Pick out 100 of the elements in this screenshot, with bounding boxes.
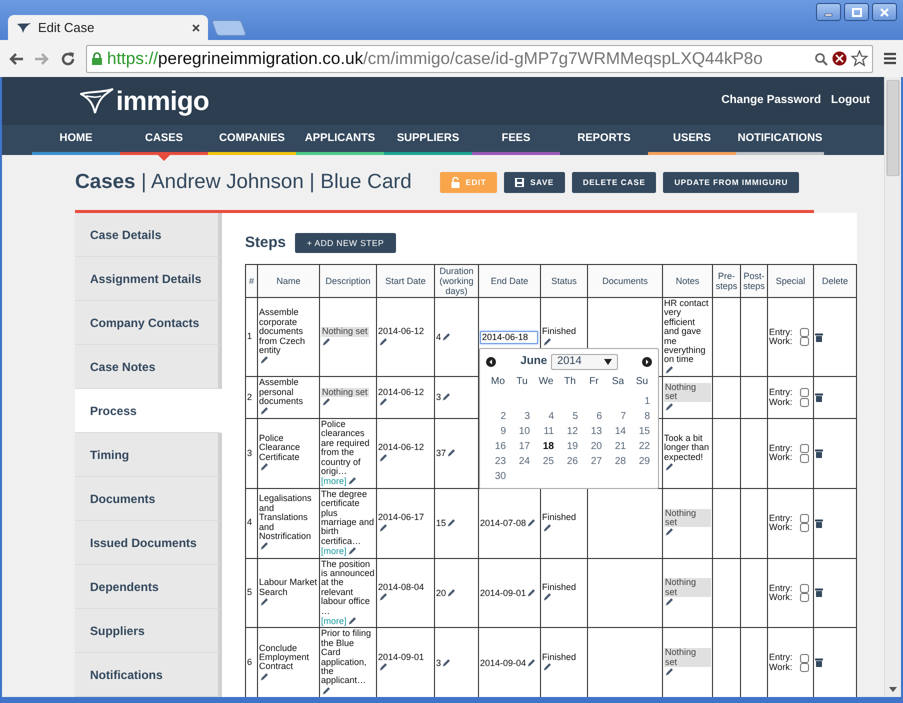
action-button[interactable]: SAVE	[504, 172, 565, 193]
calendar-day[interactable]: 10	[510, 424, 534, 439]
pencil-icon[interactable]	[260, 406, 269, 416]
calendar-day[interactable]: 13	[582, 424, 606, 439]
calendar-day[interactable]: 27	[582, 454, 606, 469]
date-input[interactable]: 2014-06-18	[480, 330, 538, 344]
calendar-day[interactable]: 12	[558, 424, 582, 439]
calendar-day[interactable]: 19	[558, 438, 582, 454]
close-icon[interactable]	[192, 24, 200, 32]
more-link[interactable]: [more]	[321, 546, 347, 556]
trash-icon[interactable]	[815, 392, 823, 402]
previous-month-icon[interactable]	[486, 356, 496, 367]
browser-tab[interactable]: Edit Case	[8, 15, 208, 40]
reload-icon[interactable]	[60, 50, 76, 66]
pencil-icon[interactable]	[348, 546, 357, 556]
year-select[interactable]: 2014	[551, 354, 618, 370]
pencil-icon[interactable]	[379, 397, 388, 406]
checkbox[interactable]	[800, 388, 809, 398]
calendar-day[interactable]: 3	[510, 408, 534, 424]
calendar-day[interactable]: 25	[534, 454, 558, 469]
scroll-down-arrow-icon[interactable]	[889, 687, 897, 692]
sidebar-item[interactable]: Documents	[75, 477, 222, 521]
pencil-icon[interactable]	[379, 336, 388, 346]
pencil-icon[interactable]	[379, 452, 388, 462]
checkbox[interactable]	[800, 654, 809, 663]
calendar-day[interactable]: 17	[510, 438, 534, 454]
checkbox[interactable]	[800, 663, 809, 672]
nav-tab[interactable]: SUPPLIERS	[384, 125, 472, 155]
checkbox[interactable]	[800, 328, 809, 337]
pencil-icon[interactable]	[322, 336, 331, 346]
calendar-day[interactable]: 18	[534, 438, 558, 454]
sidebar-item[interactable]: Assignment Details	[75, 257, 222, 301]
sidebar-item[interactable]: Company Contacts	[75, 301, 222, 345]
calendar-day[interactable]: 15	[630, 424, 654, 439]
calendar-day[interactable]: 2	[486, 408, 510, 424]
pencil-icon[interactable]	[442, 332, 452, 341]
add-step-button[interactable]: + ADD NEW STEP	[294, 233, 396, 253]
pencil-icon[interactable]	[543, 336, 552, 346]
pencil-icon[interactable]	[260, 462, 269, 472]
pencil-icon[interactable]	[665, 597, 674, 606]
more-link[interactable]: [more]	[321, 476, 347, 486]
nav-tab[interactable]: HOME	[32, 125, 120, 155]
pencil-icon[interactable]	[260, 541, 269, 550]
action-button[interactable]: UPDATE FROM IMMIGURU	[663, 172, 800, 193]
sidebar-item[interactable]: Issued Documents	[75, 521, 222, 565]
calendar-day[interactable]: 28	[606, 454, 630, 469]
pencil-icon[interactable]	[447, 588, 456, 597]
nav-tab[interactable]: APPLICANTS	[296, 125, 384, 155]
trash-icon[interactable]	[815, 658, 823, 668]
pencil-icon[interactable]	[447, 518, 456, 527]
blocked-icon[interactable]	[832, 51, 847, 66]
calendar-day[interactable]: 16	[486, 438, 510, 454]
maximize-button[interactable]	[844, 3, 869, 21]
trash-icon[interactable]	[815, 518, 823, 528]
calendar-day[interactable]: 20	[582, 438, 606, 454]
nav-tab[interactable]: REPORTS	[560, 125, 648, 155]
checkbox[interactable]	[800, 337, 809, 346]
pencil-icon[interactable]	[665, 667, 674, 676]
pencil-icon[interactable]	[322, 397, 331, 406]
sidebar-item[interactable]: Suppliers	[75, 609, 222, 653]
menu-icon[interactable]	[883, 52, 897, 65]
star-icon[interactable]	[851, 50, 868, 67]
back-arrow-icon[interactable]	[8, 52, 24, 66]
pencil-icon[interactable]	[665, 527, 674, 536]
more-link[interactable]: [more]	[321, 616, 347, 626]
sidebar-item[interactable]: Process	[75, 389, 222, 433]
checkbox[interactable]	[800, 514, 809, 523]
checkbox[interactable]	[800, 398, 809, 407]
nav-tab[interactable]: CASES	[120, 125, 208, 155]
pencil-icon[interactable]	[260, 355, 269, 364]
calendar-day[interactable]: 1	[630, 394, 654, 409]
address-bar[interactable]: https://peregrineimmigration.co.uk/cm/immigo/case/id-gMP7g7WRMMeqspLXQ44kP8o	[86, 44, 873, 72]
checkbox[interactable]	[800, 444, 809, 454]
pencil-icon[interactable]	[379, 522, 388, 532]
calendar-day[interactable]: 26	[558, 454, 582, 469]
pencil-icon[interactable]	[348, 616, 357, 625]
trash-icon[interactable]	[815, 448, 823, 458]
minimize-button[interactable]	[816, 3, 841, 21]
calendar-day[interactable]: 22	[630, 438, 654, 454]
action-button[interactable]: DELETE CASE	[572, 172, 656, 193]
checkbox[interactable]	[800, 584, 809, 593]
sidebar-item[interactable]: Case Notes	[75, 345, 222, 389]
trash-icon[interactable]	[815, 588, 823, 598]
pencil-icon[interactable]	[322, 686, 331, 695]
pencil-icon[interactable]	[665, 402, 674, 411]
pencil-icon[interactable]	[379, 662, 388, 672]
pencil-icon[interactable]	[260, 672, 269, 681]
next-month-icon[interactable]	[642, 356, 652, 367]
header-link[interactable]: Change Password	[721, 92, 822, 110]
calendar-day[interactable]: 6	[582, 408, 606, 424]
calendar-day[interactable]: 5	[558, 408, 582, 424]
pencil-icon[interactable]	[442, 658, 452, 667]
checkbox[interactable]	[800, 523, 809, 532]
calendar-day[interactable]: 29	[630, 454, 654, 469]
pencil-icon[interactable]	[665, 462, 674, 472]
checkbox[interactable]	[800, 454, 809, 462]
calendar-day[interactable]: 4	[534, 408, 558, 424]
sidebar-item[interactable]: Timing	[75, 433, 222, 477]
calendar-day[interactable]: 24	[510, 454, 534, 469]
scroll-thumb[interactable]	[886, 80, 900, 176]
